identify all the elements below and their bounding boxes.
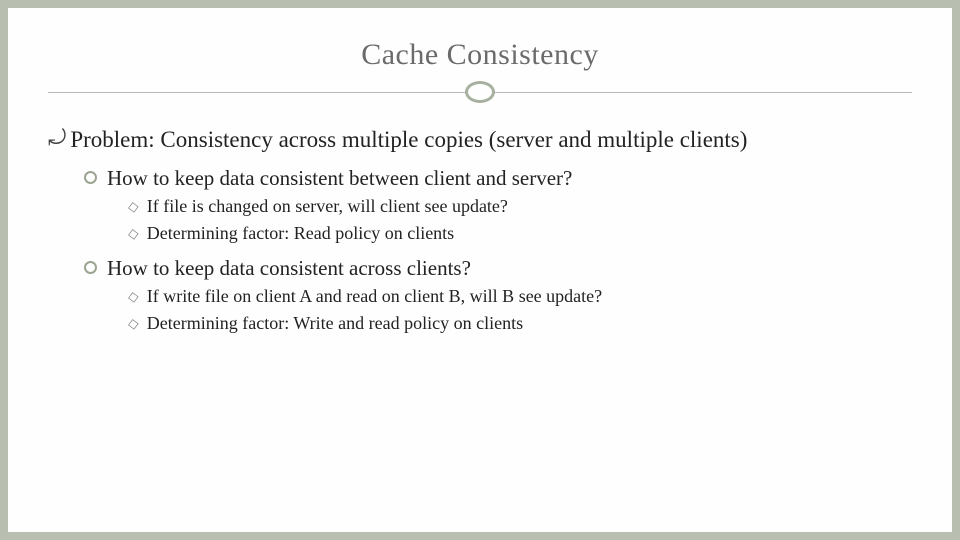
- bullet-level3: ◇ Determining factor: Read policy on cli…: [128, 222, 912, 245]
- l3-text: Determining factor: Write and read polic…: [147, 312, 523, 335]
- l1-text: Problem: Consistency across multiple cop…: [70, 124, 747, 155]
- small-square-icon: ◇: [127, 289, 140, 307]
- bullet-level1: ⤾ Problem: Consistency across multiple c…: [48, 124, 912, 155]
- section-2: How to keep data consistent across clien…: [48, 255, 912, 335]
- content-body: ⤾ Problem: Consistency across multiple c…: [48, 124, 912, 335]
- hollow-circle-icon: [84, 261, 97, 274]
- bullet-level3: ◇ Determining factor: Write and read pol…: [128, 312, 912, 335]
- l3-text: If write file on client A and read on cl…: [147, 285, 602, 308]
- title-area: Cache Consistency: [48, 38, 912, 106]
- l2-text: How to keep data consistent across clien…: [107, 255, 471, 282]
- bullet-level3: ◇ If file is changed on server, will cli…: [128, 195, 912, 218]
- small-square-icon: ◇: [127, 315, 140, 333]
- title-divider: [48, 78, 912, 106]
- section-1: How to keep data consistent between clie…: [48, 165, 912, 245]
- bullet-level2: How to keep data consistent between clie…: [84, 165, 912, 192]
- slide: Cache Consistency ⤾ Problem: Consistency…: [8, 8, 952, 532]
- l3-text: If file is changed on server, will clien…: [147, 195, 508, 218]
- hollow-circle-icon: [84, 171, 97, 184]
- page-title: Cache Consistency: [48, 38, 912, 72]
- scribble-bullet-icon: ⤾: [48, 124, 66, 152]
- bullet-level2: How to keep data consistent across clien…: [84, 255, 912, 282]
- l3-text: Determining factor: Read policy on clien…: [147, 222, 454, 245]
- divider-circle-icon: [465, 81, 495, 103]
- small-square-icon: ◇: [127, 225, 140, 243]
- l2-text: How to keep data consistent between clie…: [107, 165, 572, 192]
- bullet-level3: ◇ If write file on client A and read on …: [128, 285, 912, 308]
- small-square-icon: ◇: [127, 199, 140, 217]
